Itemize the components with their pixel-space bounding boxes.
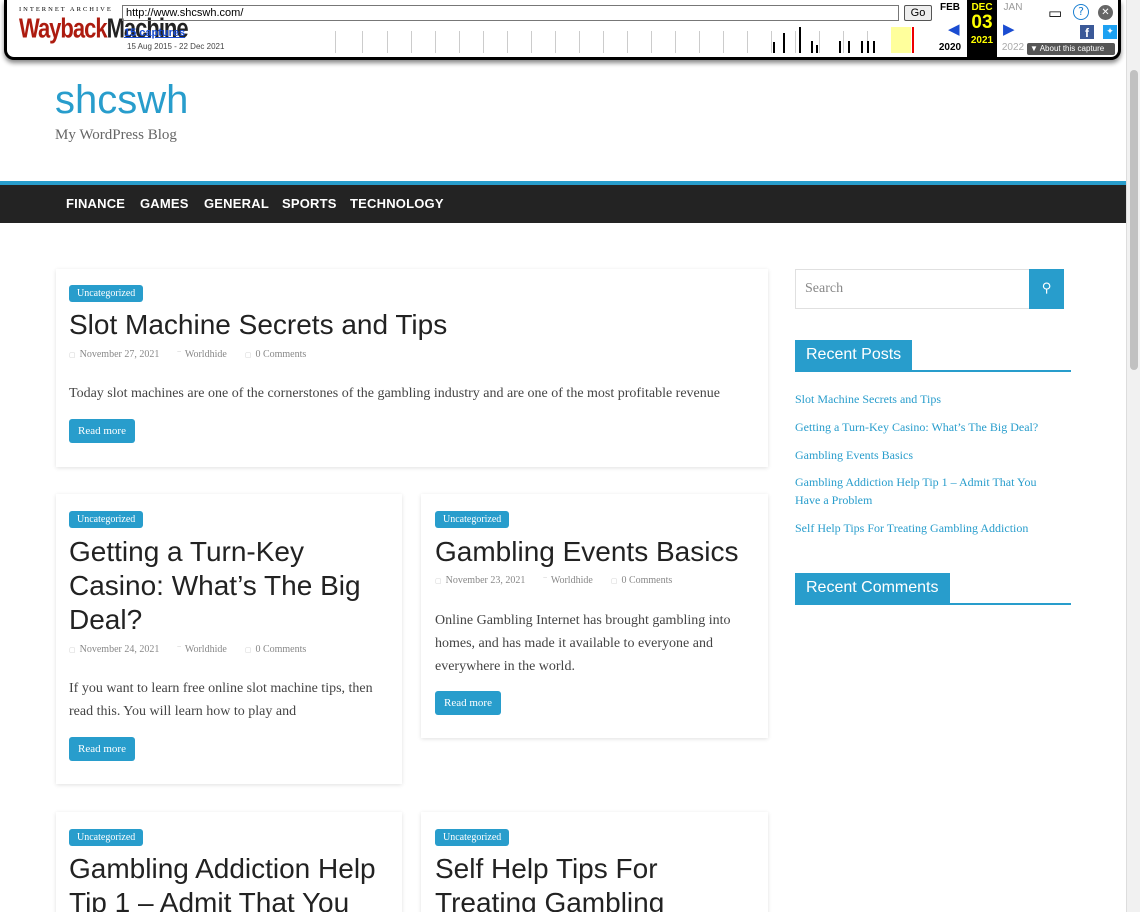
post-card-1: [56, 269, 768, 467]
post-1-excerpt: Today slot machines are one of the corne…: [69, 386, 720, 401]
wayback-cur-year: 2021: [970, 35, 994, 46]
wayback-toolbar: INTERNET ARCHIVE WaybackMachine http://w…: [4, 0, 1121, 60]
site-description: My WordPress Blog: [55, 127, 177, 143]
nav-item-technology[interactable]: TECHNOLOGY: [350, 196, 444, 211]
twitter-icon[interactable]: ✦: [1103, 25, 1117, 39]
wayback-captures-link[interactable]: 15 captures: [124, 27, 185, 39]
post-2-author[interactable]: Worldhide: [185, 644, 227, 655]
wayback-brand-main-a: Wayback: [19, 12, 108, 44]
post-1-date[interactable]: November 27, 2021: [80, 349, 160, 360]
calendar-icon: ▢: [435, 577, 442, 585]
post-1-author[interactable]: Worldhide: [185, 349, 227, 360]
post-2-read-more-button[interactable]: Read more: [69, 737, 135, 761]
recent-post-link-2[interactable]: Getting a Turn-Key Casino: What’s The Bi…: [795, 418, 1057, 436]
post-2-title[interactable]: Getting a Turn-Key Casino: What’s The Bi…: [69, 535, 394, 637]
recent-post-link-4[interactable]: Gambling Addiction Help Tip 1 – Admit Th…: [795, 473, 1057, 509]
wayback-sparkline[interactable]: [325, 26, 914, 53]
wayback-cur-day: 03: [971, 12, 993, 33]
wayback-next-month[interactable]: JAN: [998, 2, 1028, 13]
post-2-meta: ▢ November 24, 2021 ‾ Worldhide ▢ 0 Comments: [69, 644, 324, 655]
scrollbar-thumb[interactable]: [1130, 70, 1138, 370]
calendar-icon: ▢: [69, 351, 76, 359]
wayback-next-arrow-icon[interactable]: ▶: [1003, 20, 1015, 39]
wayback-prev-month[interactable]: FEB: [935, 2, 965, 13]
post-1-category-badge[interactable]: Uncategorized: [69, 285, 144, 302]
user-icon: ‾: [543, 577, 547, 585]
post-3-excerpt: Online Gambling Internet has brought gam…: [435, 613, 731, 674]
post-1-title[interactable]: Slot Machine Secrets and Tips: [69, 308, 749, 342]
post-3-category-badge[interactable]: Uncategorized: [435, 511, 510, 528]
calendar-icon[interactable]: ▭: [1048, 4, 1062, 22]
recent-posts-title: Recent Posts: [795, 340, 913, 370]
calendar-icon: ▢: [69, 646, 76, 654]
user-icon: ‾: [177, 351, 181, 359]
post-3-read-more-button[interactable]: Read more: [435, 691, 501, 715]
post-2-date[interactable]: November 24, 2021: [80, 644, 160, 655]
wayback-date-range: 15 Aug 2015 - 22 Dec 2021: [127, 42, 225, 51]
recent-post-link-1[interactable]: Slot Machine Secrets and Tips: [795, 390, 1057, 408]
post-3-author[interactable]: Worldhide: [551, 575, 593, 586]
comment-icon: ▢: [610, 577, 618, 585]
wayback-about-button[interactable]: ▼ About this capture: [1027, 43, 1115, 55]
wayback-prev-arrow-icon[interactable]: ◀: [948, 20, 960, 39]
post-5-title[interactable]: Self Help Tips For Treating Gambling: [435, 852, 760, 912]
post-4-title[interactable]: Gambling Addiction Help Tip 1 – Admit Th…: [69, 852, 394, 912]
post-2-category-badge[interactable]: Uncategorized: [69, 511, 144, 528]
post-1-read-more-button[interactable]: Read more: [69, 419, 135, 443]
post-1-comments[interactable]: 0 Comments: [255, 349, 306, 360]
nav-item-finance[interactable]: FINANCE: [66, 196, 125, 211]
post-2-excerpt: If you want to learn free online slot ma…: [69, 681, 373, 719]
nav-item-games[interactable]: GAMES: [140, 196, 189, 211]
recent-posts-underline: [795, 370, 1071, 372]
site-title[interactable]: shcswh: [55, 78, 188, 123]
comment-icon: ▢: [244, 646, 252, 654]
help-icon[interactable]: ?: [1073, 4, 1089, 20]
post-3-date[interactable]: November 23, 2021: [446, 575, 526, 586]
wayback-brand-main: WaybackMachine: [19, 12, 189, 44]
search-input[interactable]: Search: [795, 269, 1030, 309]
post-5-category-badge[interactable]: Uncategorized: [435, 829, 510, 846]
user-icon: ‾: [177, 646, 181, 654]
close-icon[interactable]: ✕: [1098, 5, 1113, 20]
recent-comments-underline: [795, 603, 1071, 605]
wayback-next-year[interactable]: 2022: [998, 42, 1028, 53]
recent-post-link-5[interactable]: Self Help Tips For Treating Gambling Add…: [795, 519, 1057, 537]
main-navigation: FINANCE GAMES GENERAL SPORTS TECHNOLOGY: [0, 185, 1126, 223]
search-icon: ⚲: [1041, 281, 1052, 296]
wayback-url-input[interactable]: http://www.shcswh.com/: [122, 5, 899, 21]
post-4-category-badge[interactable]: Uncategorized: [69, 829, 144, 846]
page-scrollbar[interactable]: [1126, 0, 1140, 912]
post-3-meta: ▢ November 23, 2021 ‾ Worldhide ▢ 0 Comments: [435, 575, 690, 586]
nav-item-sports[interactable]: SPORTS: [282, 196, 337, 211]
wayback-logo[interactable]: INTERNET ARCHIVE WaybackMachine: [19, 6, 189, 48]
nav-item-general[interactable]: GENERAL: [204, 196, 269, 211]
facebook-icon[interactable]: f: [1080, 25, 1094, 40]
post-2-comments[interactable]: 0 Comments: [255, 644, 306, 655]
comment-icon: ▢: [244, 351, 252, 359]
recent-comments-title: Recent Comments: [795, 573, 950, 603]
wayback-about-label: About this capture: [1039, 44, 1105, 53]
wayback-prev-year[interactable]: 2020: [935, 42, 965, 53]
post-3-title[interactable]: Gambling Events Basics: [435, 535, 760, 569]
post-3-comments[interactable]: 0 Comments: [621, 575, 672, 586]
post-1-meta: ▢ November 27, 2021 ‾ Worldhide ▢ 0 Comments: [69, 349, 324, 360]
wayback-go-button[interactable]: Go: [904, 5, 932, 21]
recent-post-link-3[interactable]: Gambling Events Basics: [795, 446, 1057, 464]
search-button[interactable]: ⚲: [1029, 269, 1064, 309]
wayback-current-date: DEC 03 2021: [967, 0, 997, 57]
